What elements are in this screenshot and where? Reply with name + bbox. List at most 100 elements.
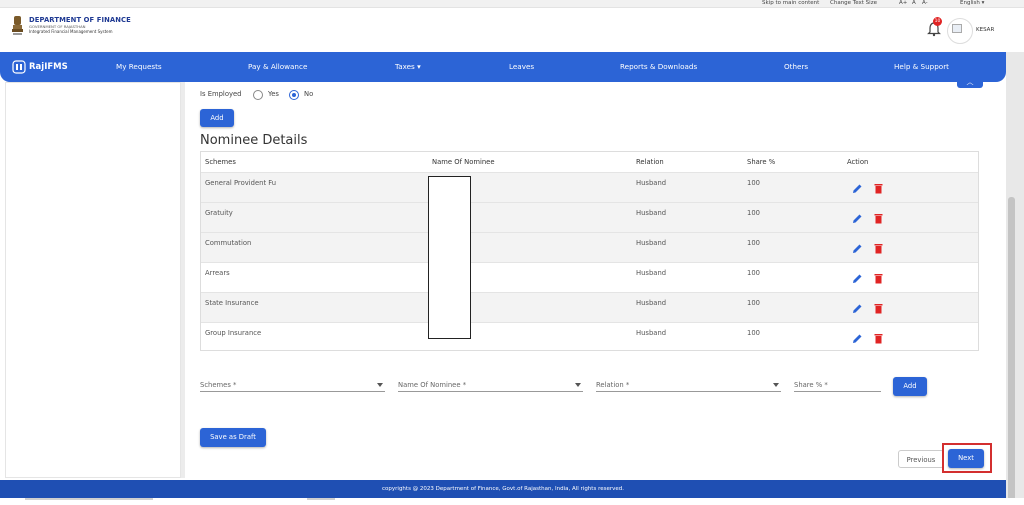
user-avatar[interactable] <box>947 18 973 44</box>
share-placeholder: Share % * <box>794 381 828 389</box>
bottom-strip <box>0 498 1024 505</box>
main-nav: RajIFMS My Requests Pay & Allowance Taxe… <box>0 52 1006 82</box>
bottom-bar-segment <box>307 498 335 500</box>
cell-scheme: Group Insurance <box>205 329 262 337</box>
nav-others[interactable]: Others <box>784 52 808 82</box>
cell-relation: Husband <box>636 209 667 217</box>
nav-help-support[interactable]: Help & Support <box>894 52 949 82</box>
cell-share: 100 <box>747 269 760 277</box>
nav-taxes[interactable]: Taxes ▾ <box>395 52 421 82</box>
section-title: Nominee Details <box>200 133 308 148</box>
cell-share: 100 <box>747 209 760 217</box>
dropdown-arrow-icon <box>575 383 581 387</box>
add-employment-button[interactable]: Add <box>200 109 234 127</box>
nominee-select[interactable]: Name Of Nominee * <box>398 376 583 392</box>
text-reset-button[interactable]: A <box>912 0 916 7</box>
cell-relation: Husband <box>636 179 667 187</box>
cell-scheme: General Provident Fu <box>205 179 277 187</box>
table-row: Commutation Husband 100 <box>201 232 978 262</box>
table-row: Group Insurance Husband 100 <box>201 322 978 350</box>
employed-yes-radio[interactable] <box>253 90 263 100</box>
cell-relation: Husband <box>636 329 667 337</box>
header-relation: Relation <box>636 158 664 166</box>
language-select[interactable]: English ▾ <box>960 0 984 7</box>
employed-no-label: No <box>304 90 314 98</box>
edit-icon[interactable] <box>852 213 863 224</box>
delete-icon[interactable] <box>874 243 883 254</box>
table-row: State Insurance Husband 100 <box>201 292 978 322</box>
cell-scheme: State Insurance <box>205 299 259 307</box>
table-row: Arrears Husband 100 <box>201 262 978 292</box>
edit-icon[interactable] <box>852 303 863 314</box>
delete-icon[interactable] <box>874 273 883 284</box>
cell-scheme: Gratuity <box>205 209 233 217</box>
text-increase-button[interactable]: A+ <box>899 0 907 7</box>
nav-taxes-label: Taxes <box>395 62 415 71</box>
delete-icon[interactable] <box>874 303 883 314</box>
next-button[interactable]: Next <box>948 449 984 468</box>
header-nominee-name: Name Of Nominee <box>432 158 495 166</box>
cell-relation: Husband <box>636 299 667 307</box>
text-size-label: Change Text Size <box>830 0 877 6</box>
add-nominee-button[interactable]: Add <box>893 377 927 396</box>
text-decrease-button[interactable]: A- <box>922 0 928 7</box>
previous-button[interactable]: Previous <box>898 450 944 468</box>
language-label: English <box>960 0 980 6</box>
cell-scheme: Commutation <box>205 239 252 247</box>
employed-no-radio[interactable] <box>289 90 299 100</box>
rajifms-logo-icon <box>12 60 26 74</box>
nominee-table: Schemes Name Of Nominee Relation Share %… <box>200 151 979 351</box>
nominee-placeholder: Name Of Nominee * <box>398 381 467 389</box>
chevron-up-icon: ︿ <box>966 78 974 86</box>
user-name[interactable]: KESAR <box>976 27 994 33</box>
relation-select[interactable]: Relation * <box>596 376 781 392</box>
page-scrollbar[interactable] <box>1006 52 1024 505</box>
nav-reports-downloads[interactable]: Reports & Downloads <box>620 52 697 82</box>
delete-icon[interactable] <box>874 183 883 194</box>
nav-leaves[interactable]: Leaves <box>509 52 534 82</box>
is-employed-label: Is Employed <box>200 90 242 98</box>
save-draft-button[interactable]: Save as Draft <box>200 428 266 447</box>
cell-share: 100 <box>747 179 760 187</box>
header-schemes: Schemes <box>205 158 236 166</box>
notification-badge: 10 <box>933 17 942 26</box>
edit-icon[interactable] <box>852 333 863 344</box>
delete-icon[interactable] <box>874 213 883 224</box>
edit-icon[interactable] <box>852 243 863 254</box>
schemes-placeholder: Schemes * <box>200 381 237 389</box>
state-emblem-icon <box>12 16 23 35</box>
utility-bar: Skip to main content Change Text Size A+… <box>0 0 1024 8</box>
header-share: Share % <box>747 158 776 166</box>
table-row: Gratuity Husband 100 <box>201 202 978 232</box>
cell-relation: Husband <box>636 269 667 277</box>
cell-relation: Husband <box>636 239 667 247</box>
skip-link[interactable]: Skip to main content <box>762 0 819 7</box>
table-row: General Provident Fu Husband 100 <box>201 172 978 202</box>
department-branding: DEPARTMENT OF FINANCE GOVERNMENT OF RAJA… <box>29 16 131 35</box>
cell-share: 100 <box>747 239 760 247</box>
dropdown-arrow-icon <box>773 383 779 387</box>
cell-scheme: Arrears <box>205 269 230 277</box>
schemes-select[interactable]: Schemes * <box>200 376 385 392</box>
edit-icon[interactable] <box>852 183 863 194</box>
scrollbar-thumb[interactable] <box>1008 197 1015 505</box>
bottom-bar-segment <box>25 498 153 500</box>
employed-yes-label: Yes <box>268 90 279 98</box>
dropdown-arrow-icon <box>377 383 383 387</box>
collapse-button[interactable]: ︿ <box>957 76 983 88</box>
nav-my-requests[interactable]: My Requests <box>116 52 162 82</box>
header: DEPARTMENT OF FINANCE GOVERNMENT OF RAJA… <box>0 8 1024 52</box>
brand-name[interactable]: RajIFMS <box>29 52 68 82</box>
cell-share: 100 <box>747 329 760 337</box>
nav-pay-allowance[interactable]: Pay & Allowance <box>248 52 307 82</box>
relation-placeholder: Relation * <box>596 381 630 389</box>
footer: copyrights @ 2023 Department of Finance,… <box>0 480 1006 498</box>
share-input[interactable]: Share % * <box>794 376 881 392</box>
delete-icon[interactable] <box>874 333 883 344</box>
cell-share: 100 <box>747 299 760 307</box>
header-action: Action <box>847 158 869 166</box>
left-panel <box>5 82 181 478</box>
edit-icon[interactable] <box>852 273 863 284</box>
redacted-nominee-names <box>428 176 471 339</box>
department-title: DEPARTMENT OF FINANCE <box>29 16 131 24</box>
